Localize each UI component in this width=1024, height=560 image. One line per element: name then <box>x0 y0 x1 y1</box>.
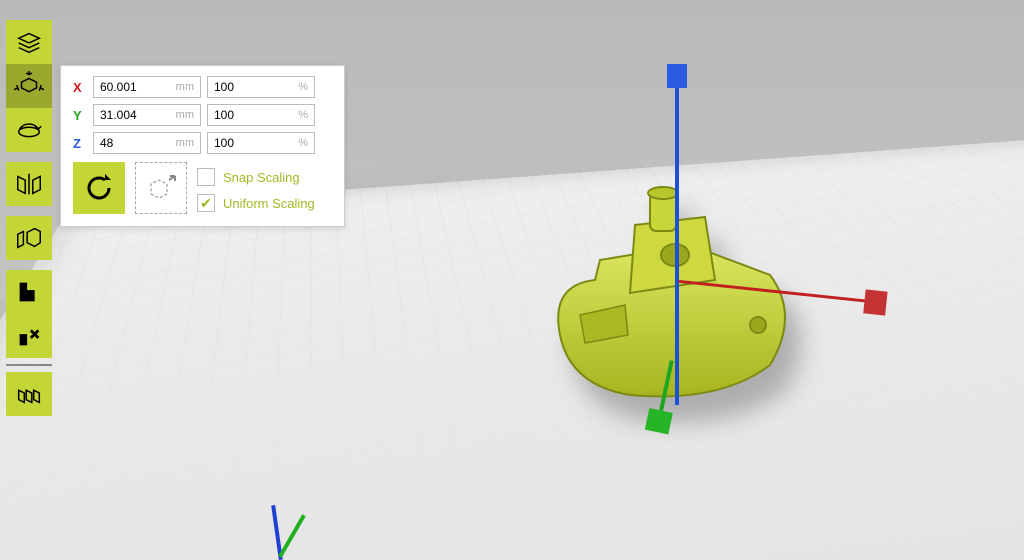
tool-support-block-x[interactable] <box>6 314 52 358</box>
tool-mirror[interactable] <box>6 162 52 206</box>
tool-rotate[interactable] <box>6 108 52 152</box>
gizmo-z-axis[interactable] <box>675 70 679 405</box>
scale-y-mm[interactable]: mm <box>93 104 201 126</box>
toolbar-separator <box>6 364 52 366</box>
scale-z-pct-input[interactable] <box>214 136 294 150</box>
unit-mm: mm <box>176 137 194 149</box>
scale-z-pct[interactable]: % <box>207 132 315 154</box>
scale-row-y: Y mm % <box>73 104 332 126</box>
gizmo-z-handle[interactable] <box>667 64 687 88</box>
tool-split[interactable] <box>6 216 52 260</box>
unit-mm: mm <box>176 109 194 121</box>
axis-label-x: X <box>73 80 87 95</box>
scale-x-pct[interactable]: % <box>207 76 315 98</box>
unit-mm: mm <box>176 81 194 93</box>
uniform-scaling-label: Uniform Scaling <box>223 196 315 211</box>
left-toolbar <box>6 20 52 416</box>
scale-x-pct-input[interactable] <box>214 80 294 94</box>
scale-to-fit-button[interactable] <box>135 162 187 214</box>
snap-scaling-label: Snap Scaling <box>223 170 300 185</box>
axis-label-y: Y <box>73 108 87 123</box>
checkbox-icon <box>197 168 215 186</box>
scale-y-pct-input[interactable] <box>214 108 294 122</box>
uniform-scaling-checkbox[interactable]: ✔ Uniform Scaling <box>197 194 315 212</box>
scale-panel: X mm % Y mm % Z mm % <box>60 65 345 227</box>
scale-row-x: X mm % <box>73 76 332 98</box>
reset-scale-button[interactable] <box>73 162 125 214</box>
scale-z-mm[interactable]: mm <box>93 132 201 154</box>
unit-pct: % <box>298 81 308 93</box>
scale-y-mm-input[interactable] <box>100 108 172 122</box>
tool-scale[interactable] <box>6 64 52 108</box>
axis-label-z: Z <box>73 136 87 151</box>
scale-x-mm-input[interactable] <box>100 80 172 94</box>
unit-pct: % <box>298 109 308 121</box>
tool-support-block[interactable] <box>6 270 52 314</box>
scale-y-pct[interactable]: % <box>207 104 315 126</box>
checkbox-checked-icon: ✔ <box>197 194 215 212</box>
tool-view-mode[interactable] <box>6 20 52 64</box>
gizmo-y-handle[interactable] <box>645 408 673 435</box>
unit-pct: % <box>298 137 308 149</box>
scale-x-mm[interactable]: mm <box>93 76 201 98</box>
tool-arrange[interactable] <box>6 372 52 416</box>
gizmo-x-handle[interactable] <box>863 289 887 315</box>
scale-row-z: Z mm % <box>73 132 332 154</box>
scale-z-mm-input[interactable] <box>100 136 172 150</box>
snap-scaling-checkbox[interactable]: Snap Scaling <box>197 168 315 186</box>
